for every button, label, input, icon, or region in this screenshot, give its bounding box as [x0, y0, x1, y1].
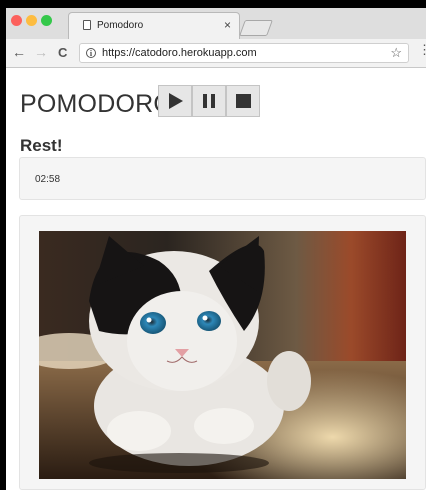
url-text[interactable]: https://catodoro.herokuapp.com	[102, 47, 257, 59]
page-content: POMODORO Rest! 02:58	[6, 68, 426, 490]
info-icon[interactable]: i	[86, 48, 96, 58]
bookmark-star-icon[interactable]: ☆	[390, 45, 402, 61]
tab-pomodoro[interactable]: Pomodoro ×	[68, 12, 240, 39]
timer-text: 02:58	[35, 174, 61, 185]
page-title: POMODORO	[20, 90, 173, 118]
browser-window: Pomodoro × ← → C i https://catodoro.hero…	[6, 8, 426, 490]
pause-icon	[203, 94, 215, 108]
tab-bar: Pomodoro ×	[6, 8, 426, 39]
tab-close-icon[interactable]: ×	[224, 18, 231, 32]
minimize-window-button[interactable]	[26, 15, 37, 26]
kitten-photo	[39, 231, 406, 479]
new-tab-button[interactable]	[239, 20, 273, 36]
back-icon[interactable]: ←	[12, 44, 26, 60]
forward-icon[interactable]: →	[34, 44, 48, 60]
timer-panel: 02:58	[19, 157, 426, 200]
close-window-button[interactable]	[11, 15, 22, 26]
play-icon	[169, 93, 183, 109]
pause-button[interactable]	[192, 85, 226, 117]
status-heading: Rest!	[20, 136, 63, 155]
stop-button[interactable]	[226, 85, 260, 117]
play-button[interactable]	[158, 85, 192, 117]
browser-toolbar: ← → C i https://catodoro.herokuapp.com ☆	[6, 39, 426, 68]
reload-icon[interactable]: C	[58, 45, 67, 60]
image-panel	[19, 215, 426, 490]
maximize-window-button[interactable]	[41, 15, 52, 26]
address-bar[interactable]: i https://catodoro.herokuapp.com ☆	[79, 43, 409, 63]
stop-icon	[236, 94, 251, 108]
menu-icon[interactable]: ⋮	[418, 42, 426, 58]
tab-title: Pomodoro	[97, 20, 144, 31]
page-icon	[83, 20, 91, 30]
